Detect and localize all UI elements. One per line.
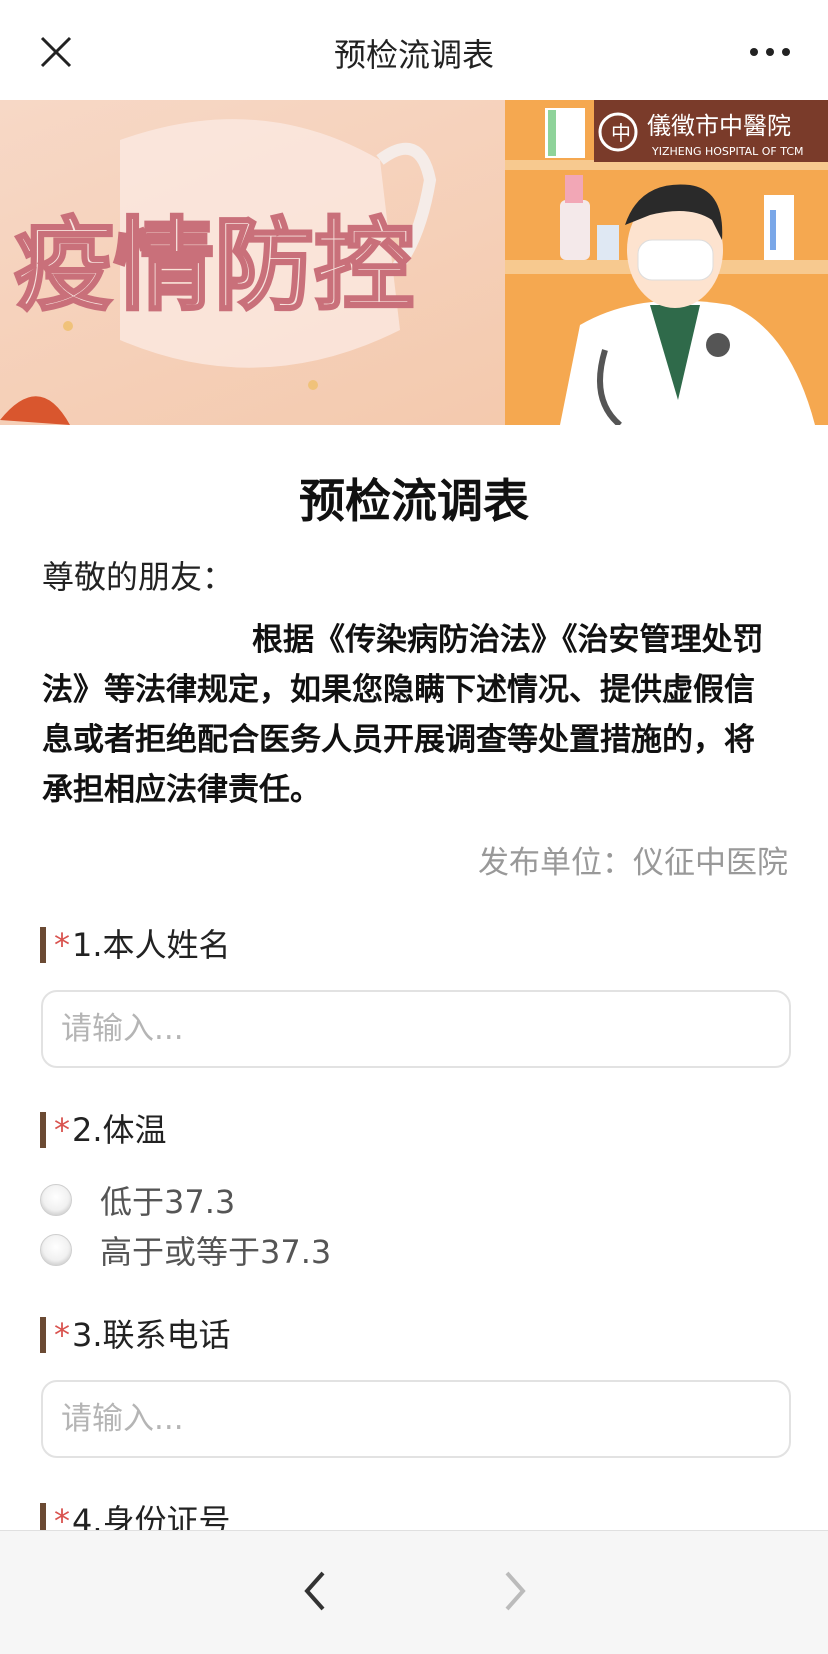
banner-image: 中 儀徵市中醫院 YIZHENG HOSPITAL OF TCM 疫情防控 <box>0 100 828 425</box>
question-name-label: *1.本人姓名 <box>40 927 231 963</box>
back-arrow-icon[interactable] <box>295 1561 335 1621</box>
question-name-text: 1.本人姓名 <box>72 926 231 964</box>
temperature-option-above[interactable]: 高于或等于37.3 <box>40 1230 332 1271</box>
form-title: 预检流调表 <box>299 474 529 528</box>
question-phone-label: *3.联系电话 <box>40 1317 231 1353</box>
publisher: 发布单位：仪征中医院 <box>478 845 788 881</box>
option-label: 高于或等于37.3 <box>100 1233 332 1271</box>
banner-headline: 疫情防控 <box>14 206 414 324</box>
more-options-icon[interactable] <box>746 40 794 64</box>
required-mark: * <box>54 926 70 964</box>
hospital-name: 儀徵市中醫院 <box>647 112 791 140</box>
radio-button[interactable] <box>40 1234 72 1266</box>
greeting: 尊敬的朋友： <box>42 558 235 596</box>
bottom-nav-bar <box>0 1530 828 1654</box>
top-bar: 预检流调表 <box>0 0 828 100</box>
phone-input[interactable] <box>41 1380 791 1458</box>
required-mark: * <box>54 1316 70 1354</box>
svg-text:中: 中 <box>611 121 631 145</box>
hospital-name-en: YIZHENG HOSPITAL OF TCM <box>651 145 804 158</box>
legal-notice: 根据《传染病防治法》《治安管理处罚法》等法律规定，如果您隐瞒下述情况、提供虚假信… <box>42 622 764 808</box>
radio-button[interactable] <box>40 1184 72 1216</box>
question-temperature-text: 2.体温 <box>72 1111 167 1149</box>
required-mark: * <box>54 1111 70 1149</box>
forward-arrow-icon[interactable] <box>495 1561 535 1621</box>
question-temperature-label: *2.体温 <box>40 1112 167 1148</box>
name-input[interactable] <box>41 990 791 1068</box>
temperature-option-below[interactable]: 低于37.3 <box>40 1180 236 1221</box>
option-label: 低于37.3 <box>100 1183 236 1221</box>
page-title: 预检流调表 <box>333 36 494 74</box>
question-phone-text: 3.联系电话 <box>72 1316 231 1354</box>
